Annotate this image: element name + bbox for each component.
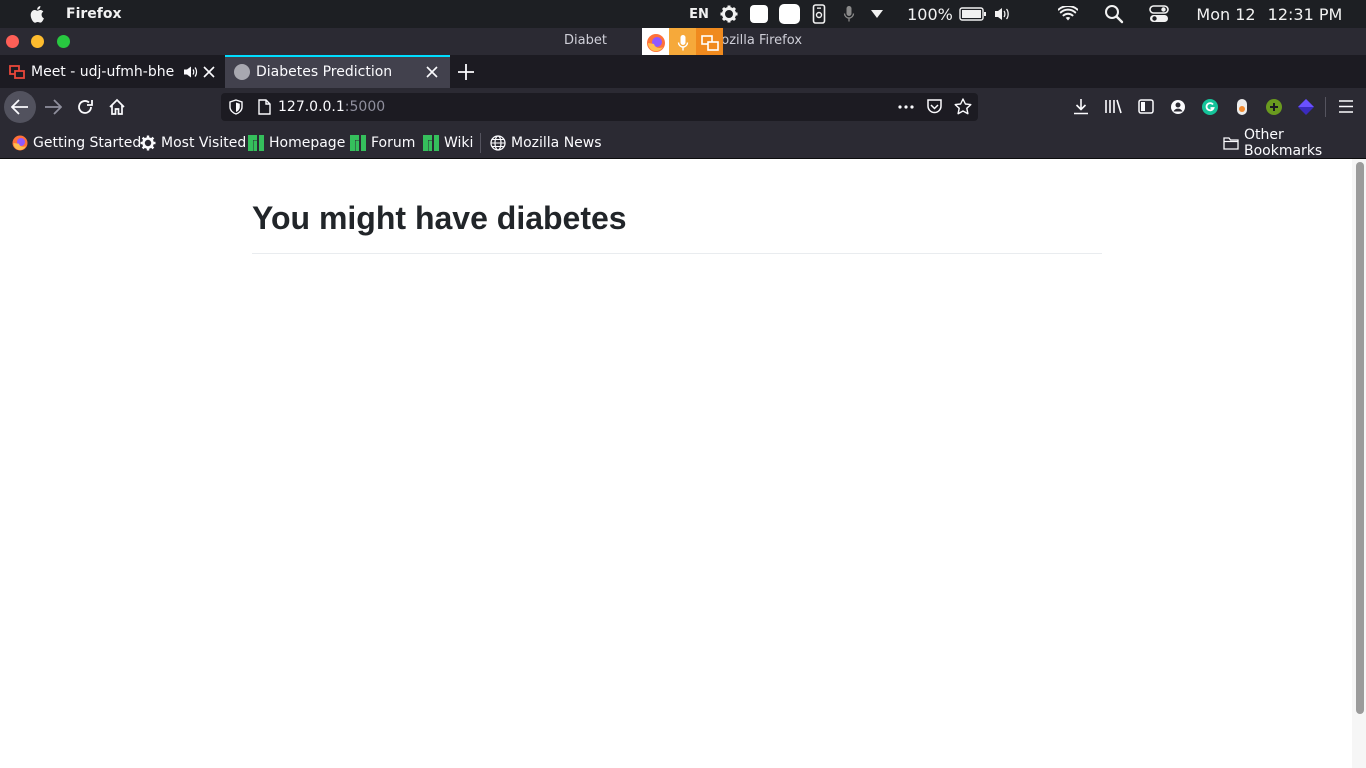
battery-percent[interactable]: 100% [907, 0, 953, 28]
bookmark-star-icon[interactable] [954, 98, 972, 115]
hamburger-menu-icon[interactable] [1338, 99, 1354, 114]
app-square-icon[interactable] [749, 0, 769, 28]
bookmark-wiki[interactable]: Wiki [423, 126, 473, 159]
overlay-toolbar [642, 28, 723, 57]
extension-green-plus-icon[interactable] [1266, 99, 1282, 115]
url-port: :5000 [344, 99, 386, 115]
bookmark-label: Most Visited [161, 134, 247, 151]
grammarly-extension-icon[interactable] [1202, 99, 1218, 115]
wifi-icon[interactable] [1057, 0, 1079, 28]
control-center-icon[interactable] [1148, 0, 1170, 28]
input-language[interactable]: EN [689, 0, 709, 28]
page-actions-more-icon[interactable] [897, 99, 915, 115]
url-text[interactable]: 127.0.0.1:5000 [278, 99, 385, 115]
menubar-time[interactable]: 12:31 PM [1267, 0, 1343, 28]
gear-icon [140, 135, 156, 151]
library-icon[interactable] [1104, 98, 1123, 115]
bookmark-getting-started[interactable]: Getting Started [12, 126, 141, 159]
extension-purple-diamond-icon[interactable] [1297, 98, 1315, 116]
extension-white-orange-icon[interactable] [1235, 98, 1249, 116]
toolbar-separator [1325, 97, 1326, 117]
back-button[interactable] [4, 91, 36, 123]
app-rounded-square-icon[interactable] [778, 0, 800, 28]
result-heading: You might have diabetes [252, 200, 627, 236]
bookmark-label: Homepage [269, 134, 346, 151]
bookmark-label: Forum [371, 134, 416, 151]
bookmark-homepage[interactable]: Homepage [248, 126, 345, 159]
bookmark-mozilla-news[interactable]: Mozilla News [490, 126, 602, 159]
page-scrollbar-thumb[interactable] [1356, 162, 1364, 714]
bookmark-most-visited[interactable]: Most Visited [140, 126, 246, 159]
tab-diabetes-prediction[interactable]: Diabetes Prediction [225, 55, 450, 88]
bookmark-forum[interactable]: Forum [350, 126, 415, 159]
heading-divider [252, 253, 1102, 254]
tracking-protection-shield-icon[interactable] [229, 99, 243, 115]
home-button[interactable] [101, 91, 133, 123]
bookmark-label: Wiki [444, 134, 474, 151]
menubar-date[interactable]: Mon 12 [1196, 0, 1256, 28]
firefox-logo-icon[interactable] [642, 28, 669, 57]
active-tab-indicator [225, 55, 450, 57]
default-favicon-icon [234, 63, 250, 80]
volume-icon[interactable] [992, 0, 1012, 28]
apple-menu-icon[interactable] [28, 0, 48, 28]
tab-close-icon[interactable] [203, 65, 215, 78]
bookmark-label: Mozilla News [511, 134, 602, 151]
new-tab-plus-icon[interactable] [456, 62, 476, 82]
sidebar-icon[interactable] [1138, 99, 1154, 114]
tab-close-icon[interactable] [426, 65, 438, 78]
page-content [0, 159, 1352, 768]
reload-button[interactable] [69, 91, 101, 123]
pocket-icon[interactable] [926, 98, 943, 115]
settings-gear-icon[interactable] [719, 0, 739, 28]
window-title-prefix: Diabet [563, 33, 607, 48]
other-bookmarks-folder[interactable]: Other Bookmarks [1223, 126, 1366, 159]
firefox-favicon-icon [12, 135, 28, 151]
url-host: 127.0.0.1 [278, 99, 345, 115]
bookmarks-separator [480, 133, 481, 153]
account-icon[interactable] [1170, 99, 1186, 115]
microphone-sharing-icon[interactable] [669, 28, 696, 57]
spotlight-search-icon[interactable] [1103, 0, 1125, 28]
dropdown-triangle-icon[interactable] [868, 0, 886, 28]
page-info-icon[interactable] [258, 99, 271, 115]
app-name[interactable]: Firefox [66, 6, 122, 22]
other-bookmarks-label: Other Bookmarks [1244, 126, 1323, 159]
tab-diabetes-label: Diabetes Prediction [256, 63, 393, 80]
meet-favicon-icon [9, 64, 25, 80]
screen-sharing-icon[interactable] [696, 28, 723, 57]
phone-icon[interactable] [810, 0, 828, 28]
manjaro-logo-icon [350, 134, 366, 151]
folder-icon [1223, 136, 1239, 150]
macos-menu-bar: Firefox EN 100% Mon 12 12:31 PM [0, 0, 1366, 28]
manjaro-logo-icon [423, 134, 439, 151]
tab-meet[interactable]: Meet - udj-ufmh-bhe [0, 55, 222, 88]
tab-audio-playing-icon[interactable] [183, 65, 199, 79]
downloads-icon[interactable] [1073, 98, 1089, 115]
microphone-icon[interactable] [840, 0, 858, 28]
manjaro-logo-icon [248, 134, 264, 151]
globe-icon [490, 134, 506, 151]
bookmark-label: Getting Started [33, 134, 142, 151]
battery-icon[interactable] [958, 0, 988, 28]
forward-button[interactable] [37, 91, 69, 123]
tab-meet-label: Meet - udj-ufmh-bhe [31, 63, 175, 80]
